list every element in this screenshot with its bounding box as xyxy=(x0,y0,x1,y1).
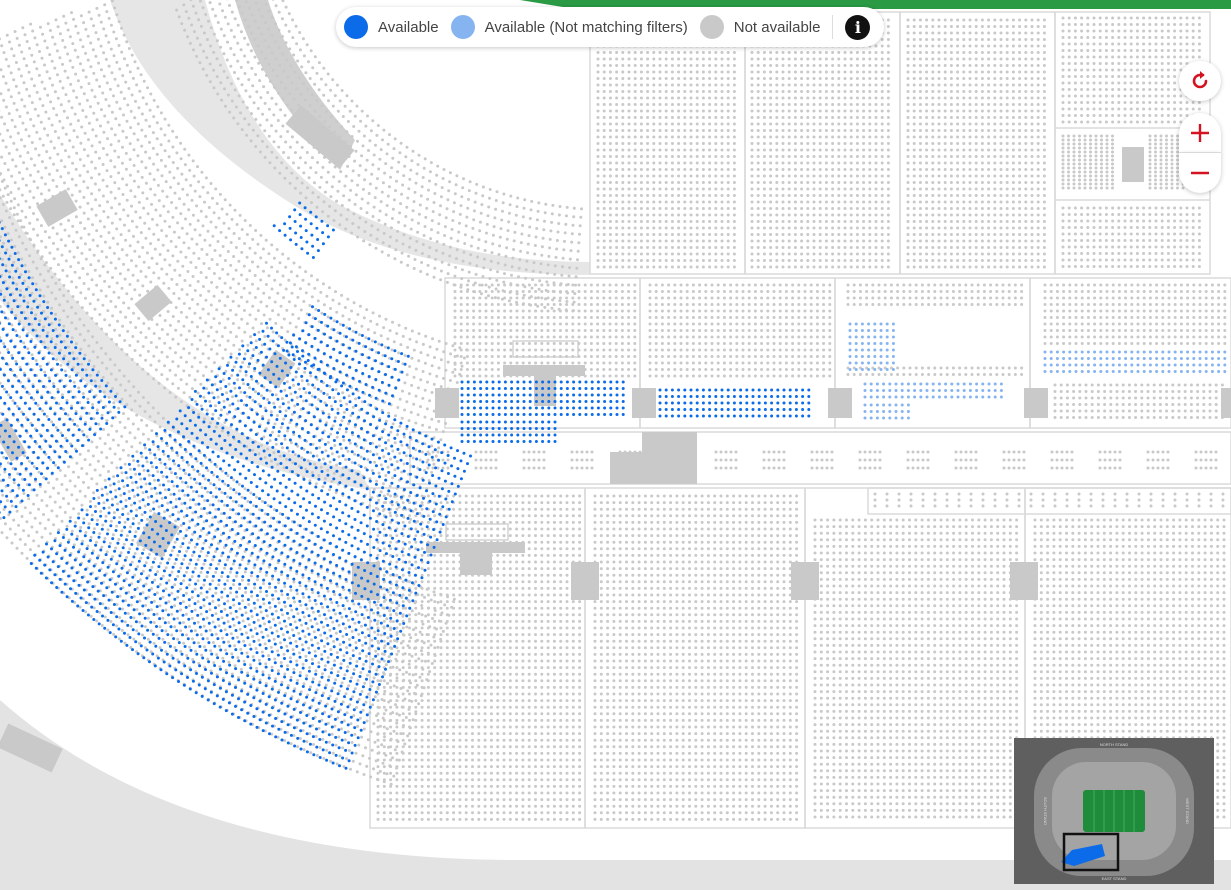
plus-icon xyxy=(1191,123,1209,142)
mid-concourse xyxy=(0,195,370,490)
reset-icon xyxy=(1192,71,1208,89)
legend-divider xyxy=(832,15,834,39)
legend-not-available-label: Not available xyxy=(734,19,821,36)
minimap-bottom-label: EAST STAND xyxy=(1102,876,1127,881)
stadium-minimap[interactable]: NORTH STAND EAST STAND SOUTH STAND WEST … xyxy=(1014,738,1214,884)
legend-available-not-matching[interactable]: Available (Not matching filters) xyxy=(450,15,688,39)
info-icon[interactable]: i xyxy=(845,14,871,40)
available-not-matching-swatch xyxy=(450,15,475,39)
reset-view-button[interactable] xyxy=(1179,61,1221,101)
zoom-out-button[interactable] xyxy=(1179,153,1221,193)
minus-icon xyxy=(1191,171,1209,175)
legend-not-available[interactable]: Not available xyxy=(699,15,821,39)
seats-available[interactable] xyxy=(0,201,811,770)
minimap-right-label: WEST STAND xyxy=(1185,798,1190,824)
section-outlines xyxy=(369,11,1231,829)
minimap-top-label: NORTH STAND xyxy=(1100,742,1129,747)
zoom-in-button[interactable] xyxy=(1179,113,1221,153)
legend-available-label: Available xyxy=(378,19,439,36)
not-available-swatch xyxy=(699,15,724,39)
minimap-left-label: SOUTH STAND xyxy=(1043,797,1048,825)
available-swatch xyxy=(344,15,368,39)
legend-available-not-matching-label: Available (Not matching filters) xyxy=(485,19,688,36)
legend-available[interactable]: Available xyxy=(344,15,439,39)
seat-legend: Available Available (Not matching filter… xyxy=(336,7,884,47)
